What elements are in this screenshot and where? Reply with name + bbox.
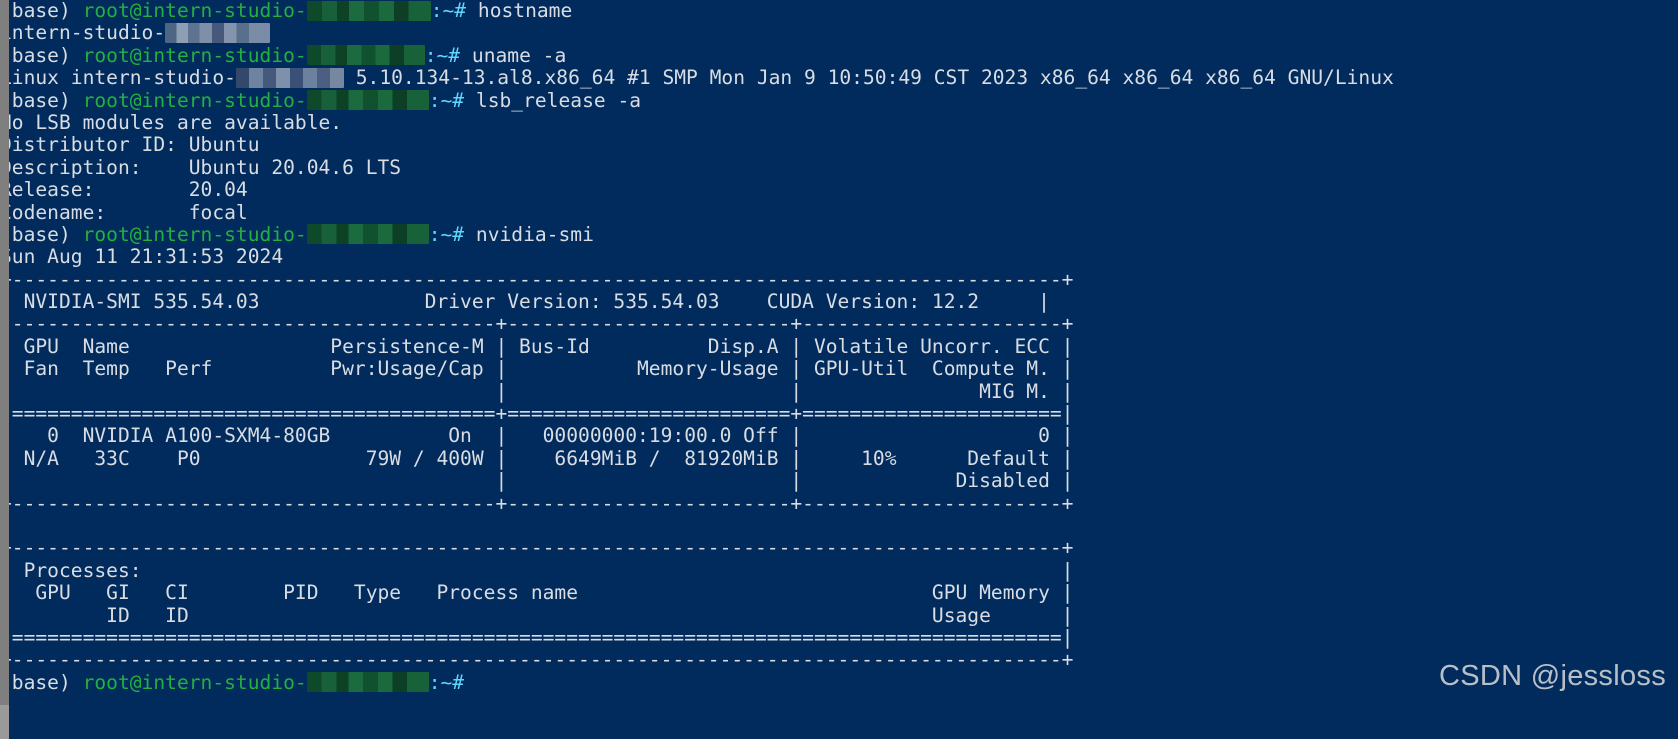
nvidia-smi-proc-border-bottom: +---------------------------------------… bbox=[0, 648, 1074, 672]
prompt-env: (base) bbox=[0, 43, 71, 67]
prompt-env: (base) bbox=[0, 0, 71, 22]
nvidia-smi-header-sep: |---------------------------------------… bbox=[0, 312, 1074, 336]
nvidia-smi-proc-border-top: +---------------------------------------… bbox=[0, 536, 1074, 560]
prompt-line-uname: (base) root@intern-studio- :~# uname -a bbox=[0, 43, 1678, 67]
nvidia-smi-col-header-3: | | | MIG M. | bbox=[0, 379, 1074, 403]
prompt-suffix: :~# bbox=[428, 222, 465, 246]
nvidia-smi-proc-heavy-sep: |=======================================… bbox=[0, 625, 1074, 649]
prompt-env: (base) bbox=[0, 670, 71, 694]
output-lsb-codename: Codename: focal bbox=[0, 200, 1678, 224]
command-nvidia-smi: nvidia-smi bbox=[475, 222, 594, 246]
lsb-codename-label: Codename: bbox=[0, 200, 107, 224]
command-uname: uname -a bbox=[471, 43, 567, 67]
prompt-user-host: root@intern-studio- bbox=[82, 0, 307, 22]
nvidia-smi-header: | NVIDIA-SMI 535.54.03 Driver Version: 5… bbox=[0, 290, 1050, 314]
terminal-window[interactable]: (base) root@intern-studio- :~# hostname i… bbox=[0, 0, 1678, 739]
lsb-description-value: Ubuntu 20.04.6 LTS bbox=[188, 155, 402, 179]
uname-host-prefix: intern-studio- bbox=[70, 66, 236, 90]
redacted-uname-host bbox=[235, 67, 344, 88]
prompt-suffix: :~# bbox=[428, 670, 465, 694]
redacted-hostname-suffix bbox=[306, 90, 429, 111]
output-hostname: intern-studio- bbox=[0, 22, 1678, 44]
output-lsb-distributor: Distributor ID: Ubuntu bbox=[0, 134, 1678, 156]
prompt-suffix: :~# bbox=[428, 88, 465, 112]
lsb-release-label: Release: bbox=[0, 178, 95, 202]
output-lsb-release: Release: 20.04 bbox=[0, 178, 1678, 202]
prompt-user-host: root@intern-studio- bbox=[82, 670, 307, 694]
prompt-line-nvidia-smi: (base) root@intern-studio- :~# nvidia-smi bbox=[0, 222, 1678, 246]
redacted-hostname-suffix bbox=[306, 0, 431, 21]
prompt-line-trailing[interactable]: (base) root@intern-studio- :~# bbox=[0, 670, 1678, 694]
nvidia-smi-proc-title: | Processes: | bbox=[0, 558, 1074, 582]
command-lsb-release: lsb_release -a bbox=[475, 88, 642, 112]
nvidia-smi-proc-header-2: | ID ID Usage | bbox=[0, 603, 1074, 627]
nvidia-smi-gpu-row-2: | N/A 33C P0 79W / 400W | 6649MiB / 8192… bbox=[0, 446, 1074, 470]
nvidia-smi-heavy-sep: |=======================================… bbox=[0, 402, 1074, 426]
output-uname: Linux intern-studio- 5.10.134-13.al8.x86… bbox=[0, 66, 1678, 90]
prompt-user-host: root@intern-studio- bbox=[82, 88, 307, 112]
nvidia-smi-blank-gap bbox=[0, 515, 1678, 537]
nvidia-smi-border-mid: +---------------------------------------… bbox=[0, 491, 1074, 515]
redacted-hostname-output bbox=[165, 22, 271, 43]
nvidia-smi-col-header-2: | Fan Temp Perf Pwr:Usage/Cap | Memory-U… bbox=[0, 357, 1074, 381]
nvidia-smi-border-top: +---------------------------------------… bbox=[0, 267, 1074, 291]
terminal-scrollbar-thumb[interactable] bbox=[0, 0, 9, 705]
lsb-release-value: 20.04 bbox=[188, 178, 248, 202]
watermark: CSDN @jessloss bbox=[1438, 660, 1666, 692]
lsb-distributor-label: Distributor ID: bbox=[0, 133, 177, 157]
prompt-line-lsb-release: (base) root@intern-studio- :~# lsb_releas… bbox=[0, 88, 1678, 112]
nvidia-smi-gpu-row-1: | 0 NVIDIA A100-SXM4-80GB On | 00000000:… bbox=[0, 424, 1074, 448]
prompt-line-hostname: (base) root@intern-studio- :~# hostname bbox=[0, 0, 1678, 22]
command-hostname: hostname bbox=[477, 0, 573, 22]
redacted-hostname-suffix bbox=[306, 224, 429, 245]
prompt-user-host: root@intern-studio- bbox=[82, 222, 307, 246]
redacted-hostname-suffix bbox=[306, 672, 429, 693]
lsb-description-label: Description: bbox=[0, 155, 142, 179]
uname-tail: 5.10.134-13.al8.x86_64 #1 SMP Mon Jan 9 … bbox=[343, 66, 1394, 90]
nvidia-smi-gpu-row-3: | | | Disabled | bbox=[0, 469, 1074, 493]
prompt-suffix: :~# bbox=[424, 43, 461, 67]
terminal-scrollbar[interactable] bbox=[0, 0, 9, 739]
prompt-env: (base) bbox=[0, 222, 71, 246]
lsb-distributor-value: Ubuntu bbox=[188, 133, 260, 157]
nvidia-smi-proc-header-1: | GPU GI CI PID Type Process name GPU Me… bbox=[0, 581, 1074, 605]
redacted-hostname-suffix bbox=[306, 45, 425, 66]
output-lsb-description: Description: Ubuntu 20.04.6 LTS bbox=[0, 155, 1678, 179]
nvidia-smi-col-header-1: | GPU Name Persistence-M | Bus-Id Disp.A… bbox=[0, 334, 1074, 358]
prompt-user-host: root@intern-studio- bbox=[82, 43, 307, 67]
terminal-screen: (base) root@intern-studio- :~# hostname i… bbox=[0, 0, 1678, 694]
output-lsb-no-modules: No LSB modules are available. bbox=[0, 110, 343, 134]
hostname-output-prefix: intern-studio- bbox=[0, 21, 166, 45]
lsb-codename-value: focal bbox=[188, 200, 248, 224]
prompt-env: (base) bbox=[0, 88, 71, 112]
nvidia-smi-timestamp: Sun Aug 11 21:31:53 2024 bbox=[0, 245, 284, 269]
prompt-suffix: :~# bbox=[430, 0, 467, 22]
